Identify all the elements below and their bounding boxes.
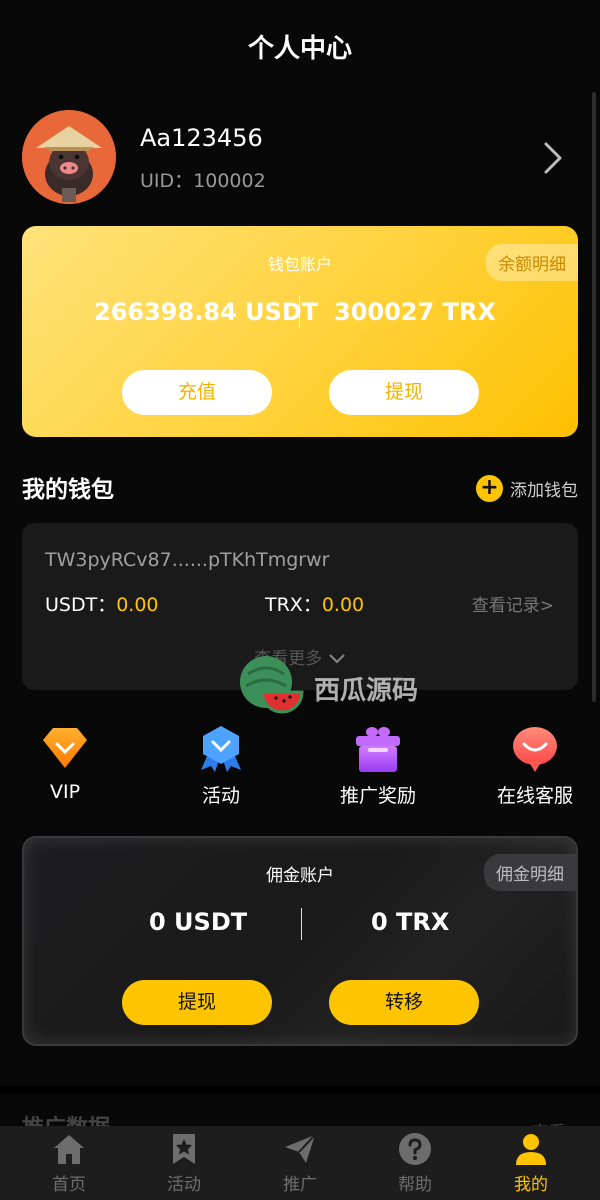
star-bookmark-icon xyxy=(173,1134,195,1164)
wallet-usdt-balance: USDT：0.00 xyxy=(45,590,159,617)
feature-promotion-reward-label: 推广奖励 xyxy=(339,785,416,807)
recharge-button[interactable]: 充值 xyxy=(122,370,272,415)
commission-detail-button[interactable]: 佣金明细 xyxy=(484,854,576,891)
page-title: 个人中心 xyxy=(247,34,352,64)
feature-online-support[interactable]: 在线客服 xyxy=(470,724,600,808)
user-icon xyxy=(516,1134,546,1165)
feature-vip[interactable]: VIP xyxy=(0,724,130,803)
tab-help[interactable]: 帮助 xyxy=(355,1132,475,1195)
chat-bubble-icon xyxy=(513,727,557,772)
feature-online-support-label: 在线客服 xyxy=(496,785,573,807)
tab-promotion-label: 推广 xyxy=(283,1175,317,1195)
add-wallet-button[interactable]: + 添加钱包 xyxy=(476,473,578,503)
usdt-value: 0.00 xyxy=(116,594,159,616)
vip-diamond-icon xyxy=(43,728,87,768)
user-id: UID：100002 xyxy=(140,170,266,192)
commission-usdt-amount: 0 USDT xyxy=(149,908,248,936)
username: Aa123456 xyxy=(140,124,263,152)
watermark: 西瓜源码 xyxy=(238,650,438,720)
tab-home[interactable]: 首页 xyxy=(9,1132,129,1195)
wallet-address: TW3pyRCv87......pTKhTmgrwr xyxy=(45,549,330,571)
tab-help-label: 帮助 xyxy=(398,1175,432,1195)
balance-detail-button[interactable]: 余额明细 xyxy=(486,244,578,281)
section-divider xyxy=(0,1086,600,1094)
commission-account-card: 佣金账户 佣金明细 0 USDT 0 TRX 提现 转移 xyxy=(22,836,578,1046)
avatar[interactable] xyxy=(22,110,116,204)
page-header: 个人中心 xyxy=(0,0,600,92)
help-question-icon xyxy=(399,1133,431,1165)
wallet-trx-amount: 300027 TRX xyxy=(334,298,496,326)
add-wallet-label: 添加钱包 xyxy=(510,480,578,501)
feature-row: VIP 活动 推广奖励 在线客服 xyxy=(0,724,600,814)
commission-amount-divider xyxy=(301,908,302,940)
feature-promotion-reward[interactable]: 推广奖励 xyxy=(313,724,443,808)
wallet-trx-balance: TRX：0.00 xyxy=(265,590,364,617)
feature-activity[interactable]: 活动 xyxy=(156,724,286,808)
trx-label: TRX： xyxy=(265,594,322,616)
usdt-label: USDT： xyxy=(45,594,117,616)
my-wallet-title: 我的钱包 xyxy=(22,477,114,503)
watermark-text: 西瓜源码 xyxy=(314,676,419,706)
wallet-withdraw-button[interactable]: 提现 xyxy=(329,370,479,415)
view-records-link[interactable]: 查看记录> xyxy=(472,591,554,616)
tab-activity-label: 活动 xyxy=(167,1175,201,1195)
commission-transfer-button[interactable]: 转移 xyxy=(329,980,479,1025)
commission-withdraw-button[interactable]: 提现 xyxy=(122,980,272,1025)
profile-section[interactable]: Aa123456 UID：100002 xyxy=(22,110,578,206)
tab-mine[interactable]: 我的 xyxy=(471,1132,591,1195)
tab-mine-label: 我的 xyxy=(514,1175,548,1195)
tab-activity[interactable]: 活动 xyxy=(124,1132,244,1195)
wallet-account-card: 钱包账户 余额明细 266398.84 USDT 300027 TRX 充值 提… xyxy=(22,226,578,437)
trx-value: 0.00 xyxy=(321,594,365,616)
plus-circle-icon: + xyxy=(476,474,503,502)
wallet-usdt-amount: 266398.84 USDT xyxy=(94,298,319,326)
feature-activity-label: 活动 xyxy=(201,785,240,807)
bottom-tab-bar: 首页 活动 推广 帮助 我的 xyxy=(0,1126,600,1200)
amount-divider xyxy=(299,296,300,328)
home-icon xyxy=(54,1135,84,1164)
commission-trx-amount: 0 TRX xyxy=(371,908,450,936)
activity-badge-icon xyxy=(201,726,241,772)
scrollbar[interactable] xyxy=(592,92,596,702)
tab-home-label: 首页 xyxy=(52,1175,86,1195)
watermelon-logo-icon xyxy=(240,656,304,714)
tab-promotion[interactable]: 推广 xyxy=(240,1132,360,1195)
chevron-right-icon[interactable] xyxy=(538,140,568,176)
gift-box-icon xyxy=(356,727,400,772)
feature-vip-label: VIP xyxy=(49,781,81,803)
paper-plane-icon xyxy=(285,1134,316,1163)
